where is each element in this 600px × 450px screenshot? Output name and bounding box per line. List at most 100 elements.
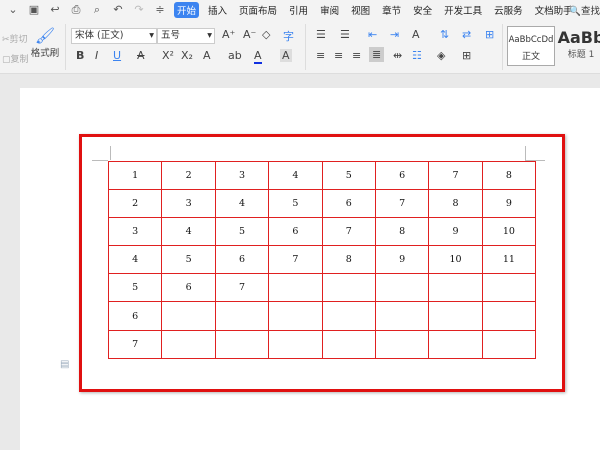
print-icon[interactable]: ⎙ bbox=[68, 3, 84, 17]
table-cell[interactable]: 6 bbox=[268, 217, 323, 247]
table-cell[interactable] bbox=[161, 329, 216, 359]
table-cell[interactable]: 5 bbox=[321, 160, 376, 191]
table-cell[interactable] bbox=[161, 301, 216, 331]
document-anchor-icon[interactable]: ▤ bbox=[60, 359, 69, 370]
text-direction-icon[interactable]: A bbox=[412, 28, 420, 41]
font-size-select[interactable]: 五号 ▾ bbox=[157, 28, 215, 44]
table-cell[interactable] bbox=[214, 301, 270, 331]
table-cell[interactable]: 6 bbox=[161, 273, 216, 303]
table-cell[interactable]: 9 bbox=[481, 189, 537, 219]
char-shading-icon[interactable]: A bbox=[280, 49, 292, 62]
table-cell[interactable]: 7 bbox=[321, 217, 376, 247]
decrease-indent-icon[interactable]: ⇤ bbox=[368, 28, 377, 41]
data-table[interactable]: 1 2 3 4 5 6 7 8 2 3 4 5 6 7 8 9 3 4 5 6 7 8 9 10 4 5 6 7 8 9 10 11 5 6 7 6 7 bbox=[107, 160, 537, 359]
table-cell[interactable]: 10 bbox=[428, 245, 483, 275]
table-cell[interactable]: 6 bbox=[374, 160, 430, 191]
tab-2[interactable]: 页面布局 bbox=[236, 2, 280, 18]
tab-3[interactable]: 引用 bbox=[286, 2, 311, 18]
borders-icon[interactable]: ⊞ bbox=[462, 49, 471, 62]
export-icon[interactable]: ↩ bbox=[47, 3, 63, 17]
superscript-icon[interactable]: X² bbox=[162, 49, 174, 62]
save-icon[interactable]: ▣ bbox=[26, 3, 42, 17]
table-cell[interactable] bbox=[268, 273, 323, 303]
table-cell[interactable]: 4 bbox=[268, 160, 323, 191]
table-cell[interactable]: 2 bbox=[107, 189, 163, 219]
table-cell[interactable]: 10 bbox=[481, 217, 537, 247]
table-cell[interactable]: 9 bbox=[374, 245, 430, 275]
table-cell[interactable]: 6 bbox=[107, 301, 163, 331]
table-cell[interactable]: 8 bbox=[374, 217, 430, 247]
tab-7[interactable]: 安全 bbox=[410, 2, 435, 18]
line-spacing-icon[interactable]: ☷ bbox=[412, 49, 422, 62]
table-cell[interactable] bbox=[481, 301, 537, 331]
shading-icon[interactable]: ◈ bbox=[437, 49, 445, 62]
print-preview-icon[interactable]: ⌕ bbox=[89, 3, 105, 17]
table-cell[interactable] bbox=[428, 301, 483, 331]
subscript-icon[interactable]: X₂ bbox=[181, 49, 193, 62]
table-cell[interactable]: 3 bbox=[214, 160, 270, 191]
table-cell[interactable]: 7 bbox=[428, 160, 483, 191]
shrink-font-icon[interactable]: A⁻ bbox=[243, 28, 256, 41]
table-cell[interactable] bbox=[481, 273, 537, 303]
table-cell[interactable]: 9 bbox=[428, 217, 483, 247]
table-cell[interactable]: 8 bbox=[321, 245, 376, 275]
clear-format-icon[interactable]: ◇ bbox=[262, 28, 270, 41]
text-effect-icon[interactable]: A bbox=[203, 49, 211, 62]
highlight-icon[interactable]: ab bbox=[228, 49, 242, 62]
table-cell[interactable]: 4 bbox=[161, 217, 216, 247]
table-icon[interactable]: ⊞ bbox=[485, 28, 494, 41]
align-right-icon[interactable]: ≡ bbox=[352, 49, 361, 62]
align-center-icon[interactable]: ≡ bbox=[334, 49, 343, 62]
table-cell[interactable]: 3 bbox=[107, 217, 163, 247]
bold-icon[interactable]: B bbox=[76, 49, 84, 62]
undo-icon[interactable]: ↶ bbox=[110, 3, 126, 17]
sort-icon[interactable]: ⇅ bbox=[440, 28, 449, 41]
search-button[interactable]: 🔍查找 bbox=[569, 3, 600, 17]
table-cell[interactable] bbox=[321, 273, 376, 303]
table-cell[interactable] bbox=[374, 273, 430, 303]
style-normal[interactable]: AaBbCcDd 正文 bbox=[507, 26, 555, 66]
customize-icon[interactable]: ≑ bbox=[152, 3, 168, 17]
numbering-icon[interactable]: ☰ bbox=[340, 28, 350, 41]
table-cell[interactable]: 7 bbox=[107, 329, 163, 359]
tab-9[interactable]: 云服务 bbox=[491, 2, 526, 18]
menu-chevron-icon[interactable]: ⌄ bbox=[5, 3, 21, 17]
redo-icon[interactable]: ↷ bbox=[131, 3, 147, 17]
underline-icon[interactable]: U bbox=[113, 49, 121, 62]
font-select[interactable]: 宋体 (正文) ▾ bbox=[71, 28, 157, 44]
italic-icon[interactable]: I bbox=[95, 49, 98, 62]
grow-font-icon[interactable]: A⁺ bbox=[222, 28, 235, 41]
table-cell[interactable]: 5 bbox=[214, 217, 270, 247]
bullets-icon[interactable]: ☰ bbox=[316, 28, 326, 41]
table-cell[interactable]: 5 bbox=[268, 189, 323, 219]
table-cell[interactable]: 8 bbox=[428, 189, 483, 219]
table-cell[interactable]: 7 bbox=[268, 245, 323, 275]
align-left-icon[interactable]: ≡ bbox=[316, 49, 325, 62]
table-cell[interactable]: 5 bbox=[107, 273, 163, 303]
tab-0[interactable]: 开始 bbox=[174, 2, 200, 18]
table-cell[interactable]: 4 bbox=[107, 245, 163, 275]
table-cell[interactable] bbox=[374, 301, 430, 331]
table-cell[interactable] bbox=[268, 301, 323, 331]
table-cell[interactable] bbox=[428, 329, 483, 359]
table-cell[interactable] bbox=[428, 273, 483, 303]
table-cell[interactable]: 7 bbox=[214, 273, 270, 303]
table-cell[interactable] bbox=[214, 329, 270, 359]
table-cell[interactable]: 5 bbox=[161, 245, 216, 275]
table-cell[interactable] bbox=[321, 301, 376, 331]
copy-button[interactable]: ▢复制 bbox=[2, 52, 29, 65]
format-painter-button[interactable]: 🖌 格式刷 bbox=[30, 26, 60, 59]
cut-button[interactable]: ✂剪切 bbox=[2, 32, 28, 45]
font-color-icon[interactable]: A bbox=[254, 49, 262, 64]
table-cell[interactable] bbox=[374, 329, 430, 359]
table-cell[interactable] bbox=[481, 329, 537, 359]
strikethrough-icon[interactable]: A bbox=[137, 49, 145, 62]
table-cell[interactable] bbox=[321, 329, 376, 359]
table-cell[interactable]: 7 bbox=[374, 189, 430, 219]
phonetic-icon[interactable]: 字 bbox=[283, 28, 294, 44]
table-cell[interactable] bbox=[268, 329, 323, 359]
table-cell[interactable]: 4 bbox=[214, 189, 270, 219]
table-cell[interactable]: 3 bbox=[161, 189, 216, 219]
tab-1[interactable]: 插入 bbox=[205, 2, 230, 18]
table-cell[interactable]: 1 bbox=[107, 160, 163, 191]
